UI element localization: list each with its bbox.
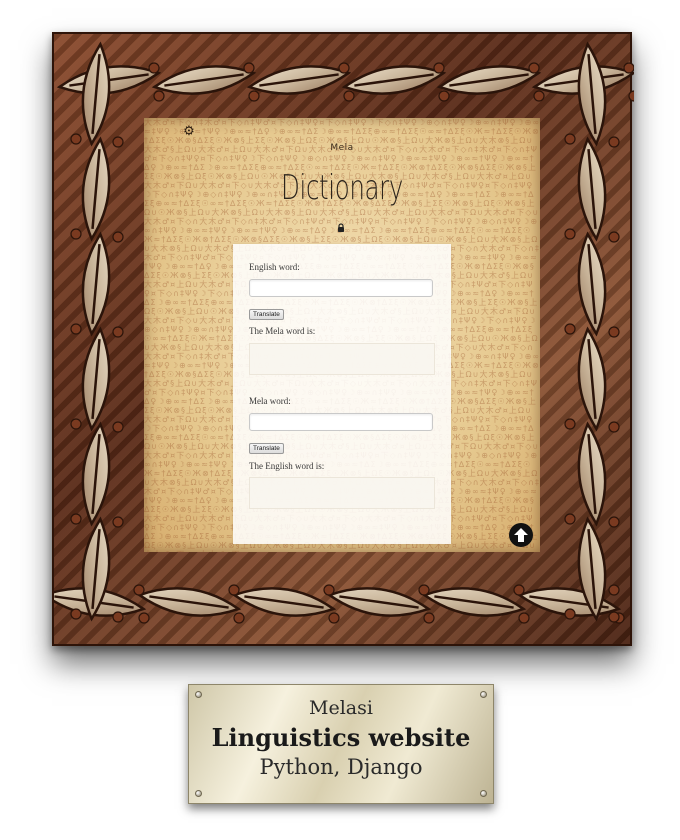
carved-berry: [533, 90, 545, 102]
carved-leaf: [81, 41, 111, 147]
carved-berry: [564, 323, 576, 335]
arrow-up-circle-icon: [514, 528, 528, 542]
carved-berry: [138, 612, 150, 624]
carved-berry: [564, 418, 576, 430]
carved-berry: [70, 133, 82, 145]
carved-leaf: [136, 587, 242, 617]
carved-leaf: [246, 65, 352, 95]
carved-berry: [70, 323, 82, 335]
carved-leaf: [231, 587, 337, 617]
carved-berry: [153, 90, 165, 102]
carved-berry: [608, 231, 620, 243]
carved-berry: [623, 62, 634, 74]
mela-word-input[interactable]: [249, 413, 433, 431]
carved-berry: [112, 516, 124, 528]
carved-berry: [433, 62, 445, 74]
plaque-technologies: Python, Django: [259, 755, 423, 779]
mela-word-label: Mela word:: [249, 396, 291, 406]
carved-berry: [112, 231, 124, 243]
carved-berry: [133, 584, 145, 596]
carved-leaf: [81, 231, 111, 337]
carved-leaf: [577, 41, 607, 147]
carved-berry: [608, 421, 620, 433]
carved-leaf: [81, 326, 111, 432]
carved-leaf: [577, 136, 607, 242]
lock-icon[interactable]: [336, 223, 346, 233]
english-result-label: The English word is:: [249, 461, 325, 471]
carved-berry: [608, 516, 620, 528]
carved-berry: [518, 612, 530, 624]
carved-leaf: [577, 326, 607, 432]
carved-berry: [248, 90, 260, 102]
carved-leaf: [436, 65, 542, 95]
carved-berry: [233, 612, 245, 624]
carved-berry: [564, 608, 576, 620]
carved-leaf: [81, 136, 111, 242]
carved-leaf: [577, 231, 607, 337]
site-title: Dictionary: [281, 168, 403, 208]
carved-leaf: [577, 421, 607, 527]
carved-berry: [513, 584, 525, 596]
carved-berry: [112, 421, 124, 433]
english-word-input[interactable]: [249, 279, 433, 297]
translate-english-button[interactable]: Translate: [249, 309, 284, 320]
plaque-project-type: Linguistics website: [211, 723, 471, 752]
carved-berry: [528, 62, 540, 74]
carved-berry: [243, 62, 255, 74]
name-plaque: Melasi Linguistics website Python, Djang…: [188, 684, 494, 804]
carved-berry: [564, 228, 576, 240]
plaque-project-name: Melasi: [309, 697, 373, 719]
carved-berry: [70, 513, 82, 525]
carved-berry: [608, 611, 620, 623]
translate-mela-button[interactable]: Translate: [249, 443, 284, 454]
mela-result-label: The Mela word is:: [249, 326, 316, 336]
carved-berry: [112, 611, 124, 623]
carved-leaf: [341, 65, 447, 95]
carved-berry: [564, 513, 576, 525]
gear-icon[interactable]: ⚙: [182, 124, 196, 138]
scroll-to-top-button[interactable]: [509, 523, 533, 547]
carved-berry: [343, 90, 355, 102]
carved-berry: [70, 608, 82, 620]
carved-berry: [608, 584, 620, 596]
carved-berry: [438, 90, 450, 102]
carved-berry: [423, 612, 435, 624]
mela-result-field: [249, 343, 435, 375]
carved-berry: [148, 62, 160, 74]
carved-berry: [608, 136, 620, 148]
screw: [195, 790, 202, 797]
carved-berry: [564, 133, 576, 145]
carved-berry: [323, 584, 335, 596]
carved-leaf: [151, 65, 257, 95]
carved-berry: [418, 584, 430, 596]
english-word-label: English word:: [249, 262, 300, 272]
carved-berry: [328, 612, 340, 624]
carved-leaf: [326, 587, 432, 617]
site-subtitle: Mela: [330, 143, 354, 153]
english-result-field: [249, 477, 435, 509]
carved-berry: [228, 584, 240, 596]
carved-berry: [338, 62, 350, 74]
carved-leaf: [81, 421, 111, 527]
carved-berry: [112, 136, 124, 148]
screw: [480, 790, 487, 797]
carved-berry: [70, 228, 82, 240]
carved-leaf: [421, 587, 527, 617]
carved-berry: [628, 90, 634, 102]
carved-berry: [70, 418, 82, 430]
carved-berry: [112, 326, 124, 338]
carved-berry: [608, 326, 620, 338]
